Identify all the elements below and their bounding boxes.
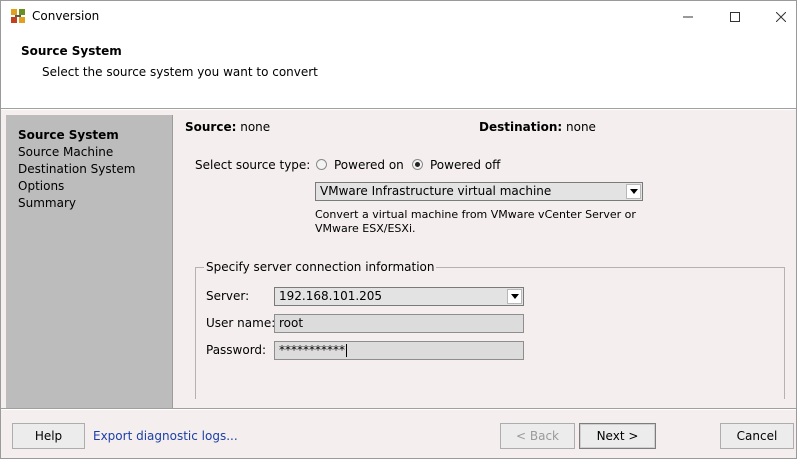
powered-off-radio[interactable] — [412, 159, 423, 170]
server-label: Server: — [206, 289, 250, 303]
title-bar: Conversion — [1, 1, 796, 32]
converter-app-icon — [11, 9, 25, 23]
username-value: root — [279, 316, 304, 330]
username-input[interactable]: root — [274, 314, 524, 333]
minimize-button[interactable] — [665, 1, 711, 32]
wizard-footer: Help Export diagnostic logs... < Back Ne… — [1, 410, 796, 458]
server-value: 192.168.101.205 — [279, 289, 383, 303]
destination-label: Destination: — [479, 120, 563, 134]
minimize-icon — [683, 16, 693, 17]
source-value: none — [240, 120, 271, 134]
nav-item-options[interactable]: Options — [18, 179, 64, 193]
window-title: Conversion — [32, 9, 100, 23]
source-summary: Source: none — [185, 120, 270, 134]
conversion-window: Conversion Source System Select the sour… — [0, 0, 797, 459]
powered-off-label[interactable]: Powered off — [430, 158, 500, 172]
server-connection-legend: Specify server connection information — [204, 260, 437, 274]
wizard-header: Source System Select the source system y… — [1, 32, 796, 109]
text-caret — [346, 344, 347, 357]
powered-on-radio[interactable] — [316, 159, 327, 170]
page-subtitle: Select the source system you want to con… — [42, 65, 318, 79]
help-button[interactable]: Help — [12, 423, 85, 449]
source-type-description: Convert a virtual machine from VMware vC… — [315, 208, 636, 235]
chevron-down-icon[interactable] — [626, 184, 641, 199]
password-value: *********** — [279, 343, 345, 357]
source-type-label: Select source type: — [195, 158, 311, 172]
powered-on-label[interactable]: Powered on — [334, 158, 404, 172]
source-label: Source: — [185, 120, 237, 134]
next-button[interactable]: Next > — [579, 423, 656, 449]
password-input[interactable]: *********** — [274, 341, 524, 360]
maximize-icon — [730, 11, 740, 22]
maximize-button[interactable] — [712, 1, 758, 32]
close-button[interactable] — [758, 1, 797, 32]
username-label: User name: — [206, 316, 276, 330]
close-icon — [776, 11, 786, 22]
destination-summary: Destination: none — [479, 120, 596, 134]
nav-item-destination-system[interactable]: Destination System — [18, 162, 135, 176]
chevron-down-icon[interactable] — [507, 289, 522, 304]
password-label: Password: — [206, 343, 267, 357]
destination-value: none — [566, 120, 596, 134]
nav-item-source-system[interactable]: Source System — [18, 128, 119, 142]
wizard-body: Source System Source Machine Destination… — [1, 110, 796, 408]
page-title: Source System — [21, 44, 122, 58]
back-button[interactable]: < Back — [500, 423, 575, 449]
nav-item-source-machine[interactable]: Source Machine — [18, 145, 113, 159]
server-combo[interactable]: 192.168.101.205 — [274, 287, 524, 306]
nav-item-summary[interactable]: Summary — [18, 196, 76, 210]
wizard-steps-nav: Source System Source Machine Destination… — [6, 115, 173, 408]
export-diagnostic-logs-link[interactable]: Export diagnostic logs... — [93, 429, 238, 443]
cancel-button[interactable]: Cancel — [720, 423, 794, 449]
source-type-select[interactable]: VMware Infrastructure virtual machine — [315, 182, 643, 201]
source-type-selected: VMware Infrastructure virtual machine — [320, 184, 552, 198]
